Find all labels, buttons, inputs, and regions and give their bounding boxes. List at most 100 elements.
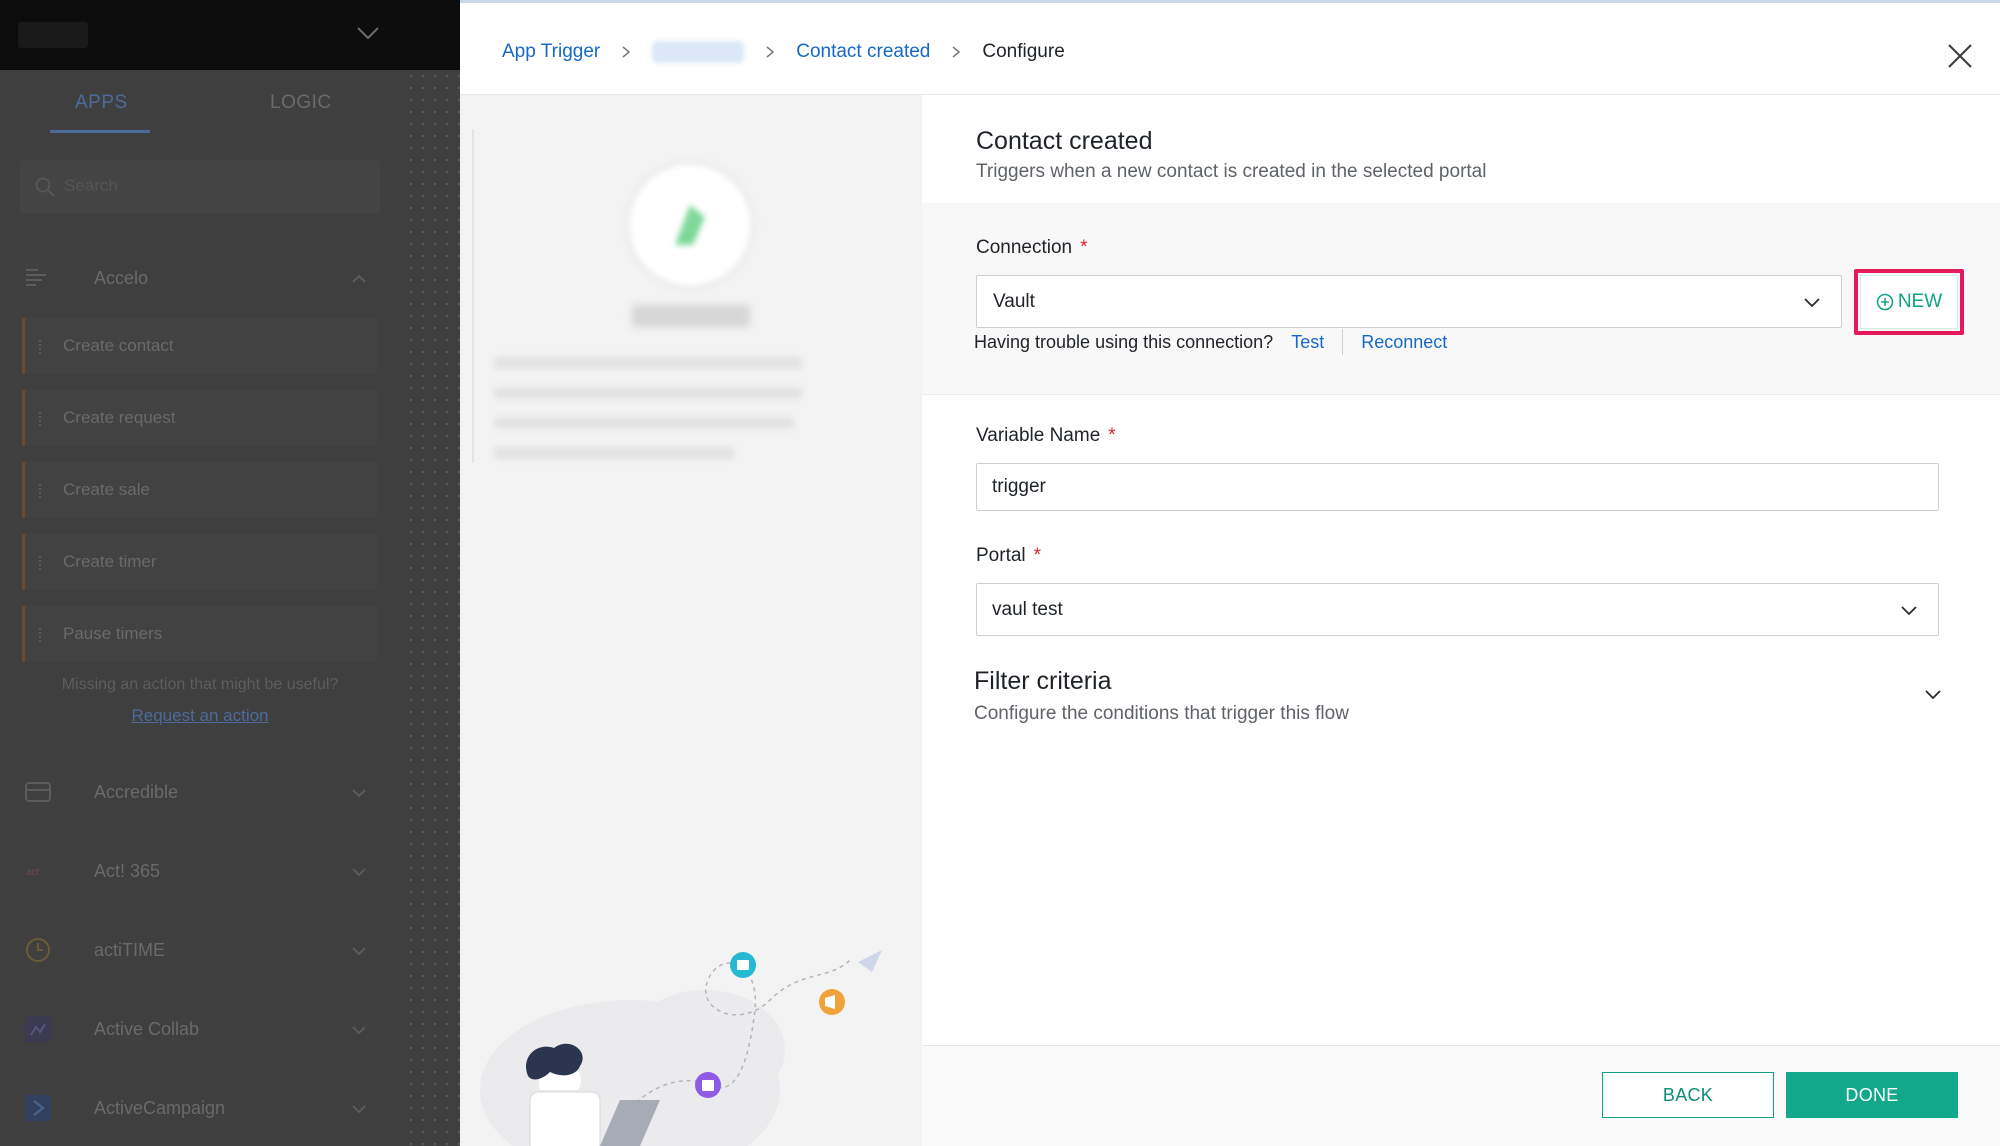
- sidebar-app-activecampaign: ActiveCampaign: [20, 1084, 380, 1134]
- sidebar-app-label: ActiveCampaign: [94, 1098, 226, 1118]
- chevron-right-icon: [622, 46, 631, 58]
- breadcrumb-current: Configure: [982, 41, 1065, 62]
- chevron-down-icon: [1804, 298, 1820, 308]
- brand-logo: [18, 22, 88, 48]
- action-label: Pause timers: [63, 624, 163, 643]
- new-button-label: NEW: [1897, 291, 1943, 312]
- sidebar-app-label: Accredible: [94, 782, 179, 802]
- connection-help-row: Having trouble using this connection? Te…: [974, 327, 1447, 357]
- sidebar-app-act365: act Act! 365: [20, 847, 380, 897]
- portal-value: vaul test: [992, 599, 1063, 620]
- accredible-app-icon: [25, 782, 51, 802]
- request-action-link: Request an action: [131, 706, 269, 725]
- sidebar-search: Search: [20, 160, 380, 214]
- portal-label-text: Portal: [976, 545, 1026, 566]
- sidebar-app-label: Active Collab: [94, 1019, 200, 1039]
- filter-criteria-description: Configure the conditions that trigger th…: [974, 703, 1349, 724]
- search-icon: [35, 177, 55, 197]
- action-create-timer: Create timer: [22, 534, 377, 590]
- filter-criteria-title: Filter criteria: [974, 667, 1112, 695]
- chevron-right-icon: [766, 46, 775, 58]
- connection-help-text: Having trouble using this connection?: [974, 331, 1274, 352]
- connection-section: Connection * Vault NEW Having trouble usi…: [922, 203, 2000, 395]
- variable-name-input[interactable]: [976, 463, 1939, 511]
- active-tab-indicator: [50, 130, 150, 133]
- app-description-line: [494, 447, 734, 459]
- actitime-app-icon: [26, 938, 50, 962]
- chevron-right-icon: [952, 46, 961, 58]
- action-create-contact: Create contact: [22, 318, 377, 374]
- breadcrumb-app-name[interactable]: [652, 41, 745, 63]
- trigger-title: Contact created: [976, 127, 1153, 155]
- chevron-down-icon: [357, 27, 379, 40]
- chevron-down-icon: [352, 789, 366, 798]
- breadcrumb: App Trigger Contact created Configure: [502, 37, 1065, 67]
- breadcrumb-contact-created[interactable]: Contact created: [796, 41, 930, 63]
- chevron-down-icon: [352, 1105, 366, 1114]
- tab-logic: LOGIC: [270, 92, 332, 113]
- required-asterisk: *: [1033, 545, 1042, 566]
- done-button[interactable]: DONE: [1786, 1072, 1958, 1118]
- connection-value: Vault: [993, 291, 1035, 312]
- variable-name-label: Variable Name *: [976, 425, 1116, 447]
- canvas-dot-grid: [405, 70, 460, 1146]
- action-label: Create timer: [63, 552, 157, 571]
- search-placeholder: Search: [64, 176, 118, 195]
- accelo-app-icon: [26, 269, 46, 286]
- act365-app-icon: act: [26, 867, 40, 878]
- back-button[interactable]: BACK: [1602, 1072, 1774, 1118]
- app-description-line: [494, 387, 802, 399]
- active-collab-app-icon: [25, 1016, 51, 1042]
- new-connection-button[interactable]: NEW: [1860, 275, 1958, 329]
- app-description-line: [494, 417, 794, 429]
- background-topbar: [0, 0, 460, 70]
- workflow-illustration: [480, 950, 882, 1146]
- sidebar-app-label: Act! 365: [94, 861, 161, 881]
- link-divider: [1342, 329, 1344, 355]
- filter-criteria-toggle[interactable]: Filter criteria Configure the conditions…: [974, 655, 1954, 745]
- configure-form: Contact created Triggers when a new cont…: [922, 95, 2000, 1146]
- chevron-down-icon: [352, 947, 366, 956]
- sidebar-app-label: Accelo: [94, 268, 149, 288]
- app-info-panel: [460, 95, 922, 1146]
- required-asterisk: *: [1080, 237, 1088, 258]
- action-pause-timers: Pause timers: [22, 606, 377, 662]
- tab-apps: APPS: [75, 92, 128, 113]
- sidebar-app-accelo: Accelo: [20, 258, 380, 302]
- svg-text:act: act: [26, 867, 40, 878]
- action-label: Create request: [63, 408, 176, 427]
- portal-select[interactable]: vaul test: [976, 583, 1939, 636]
- app-name: [632, 305, 750, 327]
- sidebar-app-label: actiTIME: [94, 940, 166, 960]
- action-create-request: Create request: [22, 390, 377, 446]
- app-logo-icon: [675, 205, 705, 245]
- trigger-description: Triggers when a new contact is created i…: [976, 161, 1487, 182]
- chevron-down-icon: [352, 1026, 366, 1035]
- panel-divider: [472, 129, 474, 463]
- chevron-down-icon: [352, 868, 366, 877]
- modal-header: App Trigger Contact created Configure: [460, 3, 2000, 95]
- missing-action-text: Missing an action that might be useful?: [61, 676, 339, 693]
- modal-footer: BACK DONE: [922, 1045, 2000, 1146]
- reconnect-link[interactable]: Reconnect: [1361, 332, 1447, 353]
- activecampaign-app-icon: [25, 1095, 51, 1121]
- plus-circle-icon: [1876, 293, 1894, 311]
- app-description-line: [494, 357, 802, 369]
- background-sidebar: APPS LOGIC Search Accelo Create contact …: [0, 0, 460, 1146]
- chevron-up-icon: [352, 274, 366, 283]
- action-label: Create sale: [63, 480, 150, 499]
- sidebar-app-active-collab: Active Collab: [20, 1005, 380, 1055]
- required-asterisk: *: [1108, 425, 1116, 446]
- connection-select[interactable]: Vault: [976, 275, 1842, 328]
- connection-label-text: Connection: [976, 237, 1073, 258]
- configure-modal: App Trigger Contact created Configure Co…: [460, 3, 2000, 1146]
- connection-label: Connection *: [976, 237, 1088, 259]
- test-connection-link[interactable]: Test: [1291, 332, 1324, 353]
- close-icon[interactable]: [1945, 41, 1975, 71]
- sidebar-app-actitime: actiTIME: [20, 926, 380, 976]
- variable-name-label-text: Variable Name: [976, 425, 1101, 446]
- chevron-down-icon: [1901, 606, 1917, 616]
- chevron-down-icon: [1925, 690, 1941, 700]
- breadcrumb-app-trigger[interactable]: App Trigger: [502, 41, 600, 63]
- sidebar-tabs: APPS LOGIC: [0, 70, 405, 140]
